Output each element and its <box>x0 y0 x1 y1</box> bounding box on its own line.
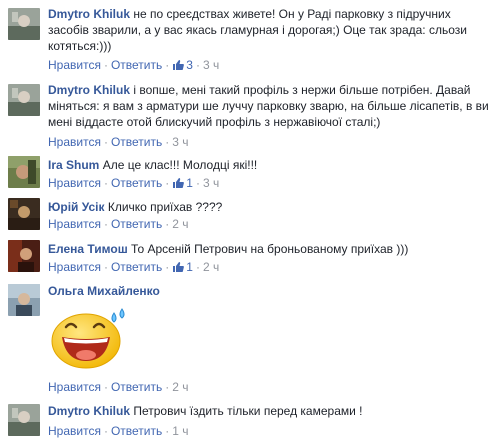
comment-actions: Нравится · Ответить · 2 ч <box>48 216 189 232</box>
comment-body: Dmytro Khiluk і вопше, мені такий профіл… <box>48 82 490 130</box>
separator: · <box>103 260 108 274</box>
separator: · <box>103 424 108 438</box>
avatar[interactable] <box>8 198 40 230</box>
like-link[interactable]: Нравится <box>48 58 101 72</box>
comment: Ольга Михайленко Нравится · Ответить · 2 ч <box>0 280 496 398</box>
avatar[interactable] <box>8 404 40 436</box>
comment-time[interactable]: 3 ч <box>203 58 219 72</box>
comment: Елена Тимош То Арсеній Петрович на бронь… <box>0 236 496 280</box>
like-link[interactable]: Нравится <box>48 380 101 394</box>
comment-body: Dmytro Khiluk не по среєдствах живете! О… <box>48 6 490 54</box>
comment-time[interactable]: 2 ч <box>172 380 188 394</box>
separator: · <box>165 176 170 190</box>
like-link[interactable]: Нравится <box>48 135 101 149</box>
comment-body: Ольга Михайленко <box>48 283 490 299</box>
separator: · <box>103 176 108 190</box>
comment: Dmytro Khiluk і вопше, мені такий профіл… <box>0 76 496 150</box>
comment: Ira Shum Але це клас!!! Молодці які!!! Н… <box>0 150 496 194</box>
avatar[interactable] <box>8 84 40 116</box>
comment-author[interactable]: Dmytro Khiluk <box>48 83 130 97</box>
reply-link[interactable]: Ответить <box>111 135 162 149</box>
separator: · <box>165 58 170 72</box>
comment-time[interactable]: 1 ч <box>172 424 188 438</box>
reply-link[interactable]: Ответить <box>111 58 162 72</box>
comment-actions: Нравится · Ответить · 1 · 2 ч <box>48 259 219 275</box>
comment-author[interactable]: Юрій Усік <box>48 200 104 214</box>
like-count[interactable]: 3 <box>186 58 193 72</box>
separator: · <box>195 58 200 72</box>
comment-author[interactable]: Dmytro Khiluk <box>48 404 130 418</box>
comment-author[interactable]: Ольга Михайленко <box>48 284 160 298</box>
comment: Dmytro Khiluk Петрович їздить тільки пер… <box>0 400 496 444</box>
laughing-face-sticker[interactable] <box>48 305 132 369</box>
comment-author[interactable]: Dmytro Khiluk <box>48 7 130 21</box>
comment-actions: Нравится · Ответить · 1 · 3 ч <box>48 175 219 191</box>
reply-link[interactable]: Ответить <box>111 260 162 274</box>
comment-actions: Нравится · Ответить · 3 · 3 ч <box>48 57 219 73</box>
comment-body: Dmytro Khiluk Петрович їздить тільки пер… <box>48 403 490 419</box>
separator: · <box>165 260 170 274</box>
comment-text: То Арсеній Петрович на броньованому приї… <box>131 242 409 256</box>
avatar[interactable] <box>8 284 40 316</box>
separator: · <box>195 260 200 274</box>
separator: · <box>165 424 170 438</box>
like-link[interactable]: Нравится <box>48 176 101 190</box>
comment-text: Петрович їздить тільки перед камерами ! <box>133 404 363 418</box>
separator: · <box>103 217 108 231</box>
comment-actions: Нравится · Ответить · 3 ч <box>48 134 189 150</box>
like-count[interactable]: 1 <box>186 176 193 190</box>
comment-body: Юрій Усік Кличко приїхав ???? <box>48 199 490 215</box>
comment-actions: Нравится · Ответить · 2 ч <box>48 379 189 395</box>
comment-time[interactable]: 2 ч <box>172 217 188 231</box>
comment: Dmytro Khiluk не по среєдствах живете! О… <box>0 0 496 76</box>
reply-link[interactable]: Ответить <box>111 176 162 190</box>
thumbs-up-icon[interactable] <box>172 59 185 75</box>
comment-author[interactable]: Елена Тимош <box>48 242 128 256</box>
avatar[interactable] <box>8 156 40 188</box>
separator: · <box>103 380 108 394</box>
reply-link[interactable]: Ответить <box>111 424 162 438</box>
separator: · <box>103 135 108 149</box>
thumbs-up-icon[interactable] <box>172 177 185 193</box>
avatar[interactable] <box>8 240 40 272</box>
like-link[interactable]: Нравится <box>48 217 101 231</box>
like-link[interactable]: Нравится <box>48 424 101 438</box>
comment-text: Кличко приїхав ???? <box>107 200 223 214</box>
comment-time[interactable]: 3 ч <box>172 135 188 149</box>
separator: · <box>165 380 170 394</box>
separator: · <box>165 135 170 149</box>
separator: · <box>103 58 108 72</box>
avatar[interactable] <box>8 8 40 40</box>
like-count[interactable]: 1 <box>186 260 193 274</box>
comment-time[interactable]: 2 ч <box>203 260 219 274</box>
reply-link[interactable]: Ответить <box>111 380 162 394</box>
comment-text: Але це клас!!! Молодці які!!! <box>102 158 258 172</box>
reply-link[interactable]: Ответить <box>111 217 162 231</box>
separator: · <box>195 176 200 190</box>
separator: · <box>165 217 170 231</box>
thumbs-up-icon[interactable] <box>172 261 185 277</box>
comment-author[interactable]: Ira Shum <box>48 158 99 172</box>
comment: Юрій Усік Кличко приїхав ???? Нравится · О… <box>0 194 496 236</box>
comment-actions: Нравится · Ответить · 1 ч <box>48 423 189 439</box>
comment-body: Ira Shum Але це клас!!! Молодці які!!! <box>48 157 490 173</box>
comment-body: Елена Тимош То Арсеній Петрович на бронь… <box>48 241 490 257</box>
comment-time[interactable]: 3 ч <box>203 176 219 190</box>
like-link[interactable]: Нравится <box>48 260 101 274</box>
